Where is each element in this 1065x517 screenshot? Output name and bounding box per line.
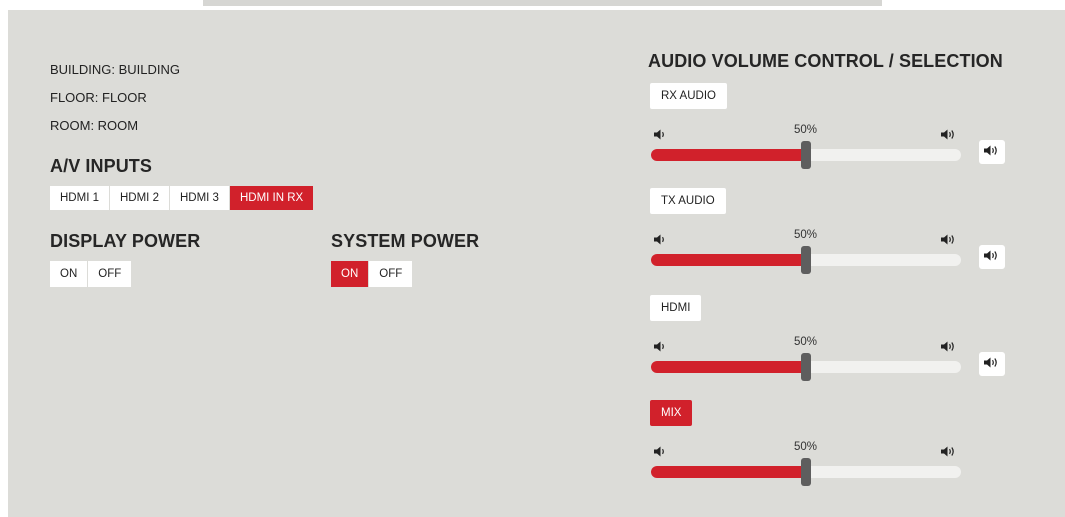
speaker-high-icon xyxy=(984,248,1000,266)
volume-slider-hdmi[interactable] xyxy=(651,353,961,381)
volume-slider-handle[interactable] xyxy=(801,458,811,486)
input-hdmi-3-button[interactable]: HDMI 3 xyxy=(169,186,230,210)
floor-label: FLOOR: FLOOR xyxy=(50,90,147,105)
mute-tx-audio-button[interactable] xyxy=(979,245,1005,269)
volume-slider-fill xyxy=(651,466,806,478)
speaker-high-icon xyxy=(941,339,957,352)
volume-percent-label: 50% xyxy=(794,441,818,453)
volume-slider-handle[interactable] xyxy=(801,353,811,381)
speaker-high-icon xyxy=(984,355,1000,373)
system-power-toggle: ON OFF xyxy=(331,261,413,287)
volume-percent-label: 50% xyxy=(794,124,818,136)
speaker-high-icon xyxy=(941,127,957,140)
volume-slider-fill xyxy=(651,254,806,266)
system-power-heading: SYSTEM POWER xyxy=(331,231,480,251)
speaker-low-icon xyxy=(654,444,668,457)
top-strip xyxy=(203,0,882,6)
speaker-low-icon xyxy=(654,339,668,352)
volume-slider-tx-audio[interactable] xyxy=(651,246,961,274)
volume-percent-label: 50% xyxy=(794,336,818,348)
input-hdmi-2-button[interactable]: HDMI 2 xyxy=(109,186,170,210)
mute-rx-audio-button[interactable] xyxy=(979,140,1005,164)
speaker-low-icon xyxy=(654,127,668,140)
av-inputs-heading: A/V INPUTS xyxy=(50,156,153,176)
audio-source-mix-button[interactable]: MIX xyxy=(650,400,693,426)
display-power-heading: DISPLAY POWER xyxy=(50,231,201,251)
display-power-toggle: ON OFF xyxy=(50,261,132,287)
speaker-low-icon xyxy=(654,232,668,245)
system-power-on-button[interactable]: ON xyxy=(331,261,370,287)
mute-hdmi-button[interactable] xyxy=(979,352,1005,376)
av-input-selector: HDMI 1 HDMI 2 HDMI 3 HDMI IN RX xyxy=(50,186,314,210)
volume-slider-fill xyxy=(651,149,806,161)
volume-slider-handle[interactable] xyxy=(801,141,811,169)
volume-percent-label: 50% xyxy=(794,229,818,241)
audio-heading: AUDIO VOLUME CONTROL / SELECTION xyxy=(648,51,1003,71)
speaker-high-icon xyxy=(941,444,957,457)
volume-slider-rx-audio[interactable] xyxy=(651,141,961,169)
display-power-on-button[interactable]: ON xyxy=(50,261,89,287)
volume-slider-handle[interactable] xyxy=(801,246,811,274)
speaker-high-icon xyxy=(984,143,1000,161)
volume-slider-fill xyxy=(651,361,806,373)
room-label: ROOM: ROOM xyxy=(50,118,139,133)
audio-source-tx-audio-button[interactable]: TX AUDIO xyxy=(650,188,726,214)
audio-source-hdmi-button[interactable]: HDMI xyxy=(650,295,702,321)
volume-slider-mix[interactable] xyxy=(651,458,961,486)
display-power-off-button[interactable]: OFF xyxy=(88,261,132,287)
building-label: BUILDING: BUILDING xyxy=(50,62,181,77)
speaker-high-icon xyxy=(941,232,957,245)
system-power-off-button[interactable]: OFF xyxy=(369,261,413,287)
input-hdmi-in-rx-button[interactable]: HDMI IN RX xyxy=(229,186,314,210)
audio-source-rx-audio-button[interactable]: RX AUDIO xyxy=(650,83,727,109)
input-hdmi-1-button[interactable]: HDMI 1 xyxy=(50,186,110,210)
